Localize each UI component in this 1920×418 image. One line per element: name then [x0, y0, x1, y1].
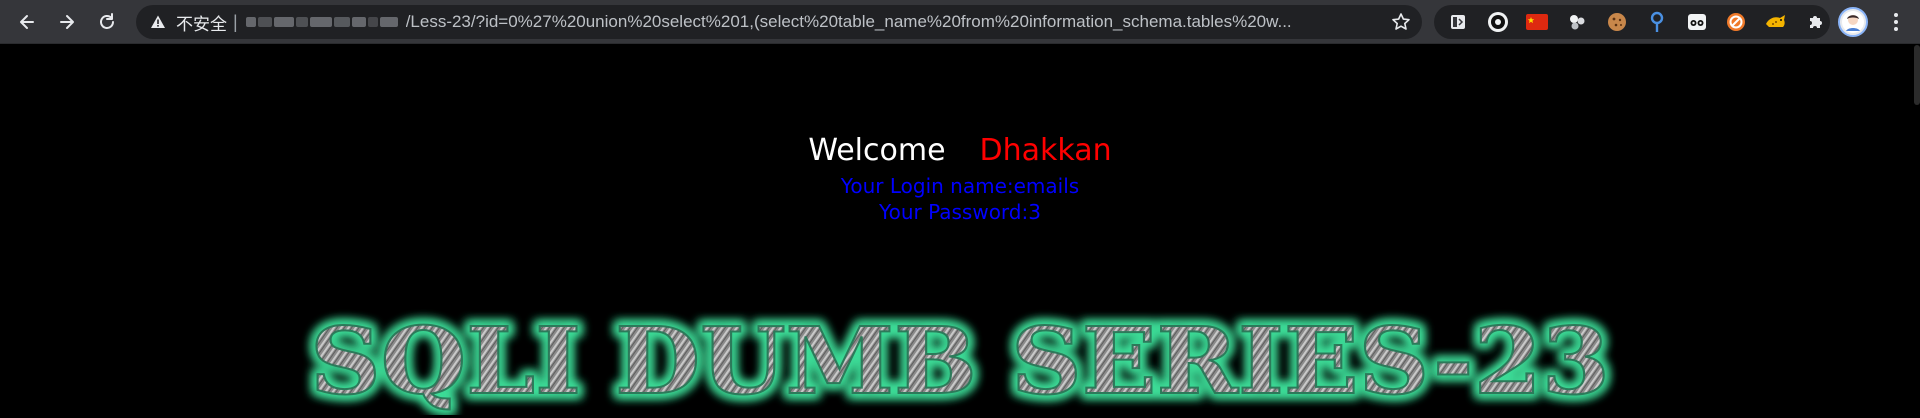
- profile-avatar-button[interactable]: [1838, 7, 1868, 37]
- puzzle-piece-icon: [1810, 16, 1823, 28]
- login-name-line: Your Login name:emails: [840, 174, 1080, 198]
- browser-toolbar: 不安全 | /Less-23/?id=0%27%20union%20select…: [0, 0, 1920, 44]
- security-status-label[interactable]: 不安全: [176, 10, 227, 35]
- password-line: Your Password:3: [879, 200, 1041, 224]
- browser-menu-button[interactable]: [1880, 6, 1912, 38]
- sidebar-extension[interactable]: [1444, 8, 1472, 36]
- welcome-line: Welcome Dhakkan: [0, 133, 1920, 169]
- circle-ring-icon: [1487, 12, 1508, 32]
- url-text[interactable]: /Less-23/?id=0%27%20union%20select%201,(…: [406, 12, 1356, 32]
- china-flag-extension[interactable]: [1524, 8, 1552, 36]
- reload-icon: [100, 12, 114, 29]
- ring-extension[interactable]: [1484, 8, 1512, 36]
- location-extension[interactable]: [1643, 8, 1671, 36]
- sidebar-icon: [1450, 15, 1465, 29]
- forward-button[interactable]: [49, 4, 85, 40]
- china-flag-icon: [1526, 14, 1549, 30]
- vertical-scrollbar[interactable]: [1914, 45, 1920, 105]
- no-sign-extension[interactable]: [1723, 8, 1751, 36]
- extensions-menu-button[interactable]: [1802, 8, 1830, 36]
- url-separator: |: [233, 11, 238, 32]
- cheetah-extension[interactable]: [1762, 8, 1790, 36]
- avatar-icon: [1842, 11, 1864, 33]
- warning-triangle-icon[interactable]: [150, 14, 166, 30]
- paw-icon: [1570, 15, 1585, 30]
- blurred-hostname: [245, 13, 406, 31]
- address-bar[interactable]: 不安全 | /Less-23/?id=0%27%20union%20select…: [136, 5, 1422, 39]
- arrow-left-icon: [20, 14, 34, 29]
- cookie-icon: [1608, 13, 1627, 31]
- owl-extension[interactable]: [1683, 8, 1711, 36]
- extensions-bar: [1434, 5, 1830, 39]
- location-pin-icon: [1650, 11, 1664, 32]
- back-button[interactable]: [9, 4, 45, 40]
- welcome-text: Welcome: [808, 133, 946, 168]
- no-sign-icon: [1727, 13, 1746, 31]
- page-content: Welcome Dhakkan Your Login name:emails Yo…: [0, 45, 1920, 418]
- cheetah-icon: [1766, 15, 1786, 27]
- cookie-extension[interactable]: [1603, 8, 1631, 36]
- bookmark-star-button[interactable]: [1388, 9, 1414, 35]
- star-icon: [1392, 13, 1410, 30]
- kebab-menu-icon: [1894, 13, 1898, 31]
- paw-extension[interactable]: [1563, 8, 1591, 36]
- sqli-banner-image: SQLI DUMB SERIES-23 SQLI DUMB SERIES-23: [290, 305, 1630, 415]
- reload-button[interactable]: [89, 4, 125, 40]
- username-text: Dhakkan: [979, 133, 1112, 168]
- arrow-right-icon: [60, 14, 74, 29]
- banner-text: SQLI DUMB SERIES-23: [310, 307, 1610, 415]
- owl-icon: [1687, 14, 1706, 30]
